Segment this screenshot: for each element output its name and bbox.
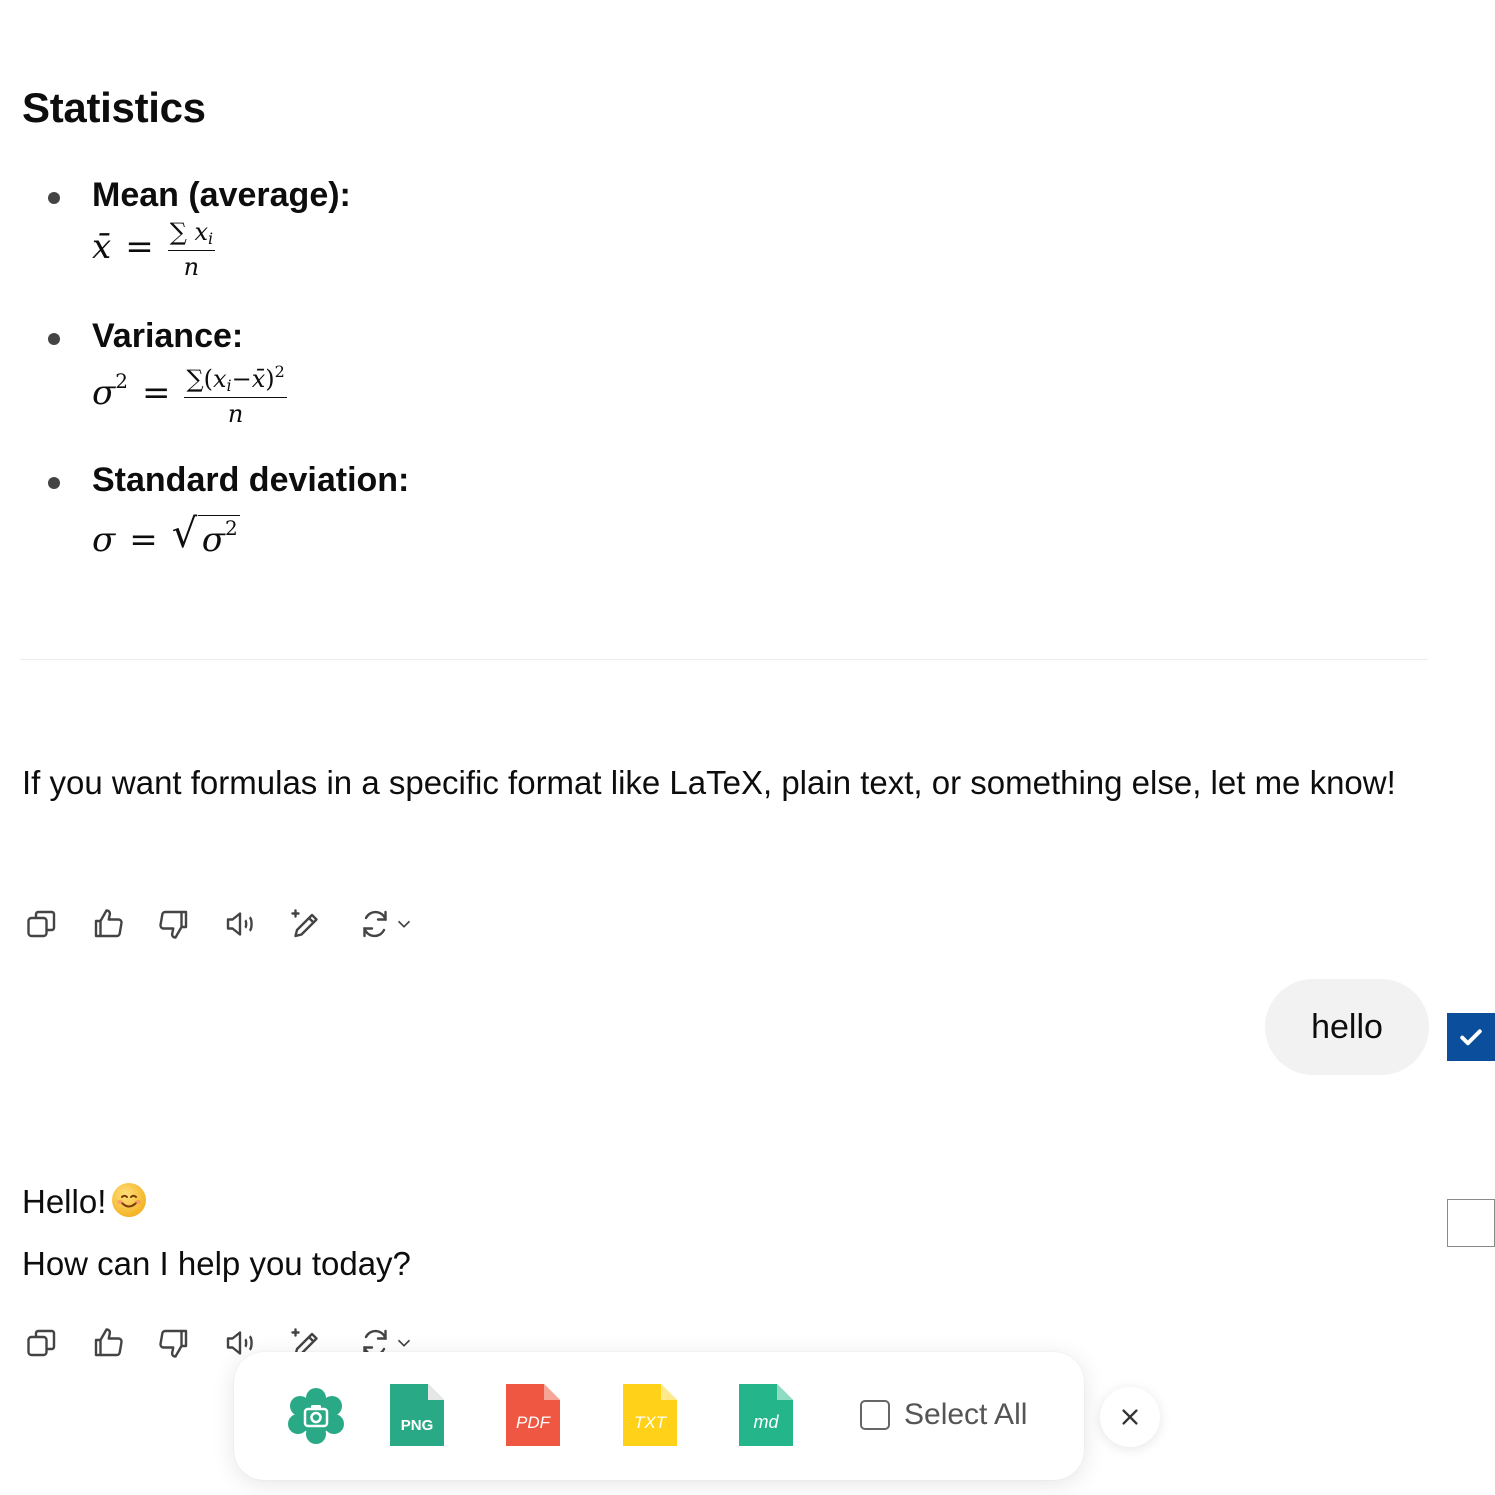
copy-icon <box>27 1329 56 1357</box>
greeting-text: Hello! <box>22 1183 107 1220</box>
std-dev-formula: σ = √ σ2 <box>92 511 240 560</box>
variance-label: Variance: <box>92 317 244 355</box>
md-label: md <box>753 1412 779 1432</box>
export-md-button[interactable]: md <box>739 1384 793 1451</box>
thumbs-down-icon <box>159 910 188 939</box>
regenerate-button[interactable] <box>350 902 422 946</box>
thumbs-down-button[interactable] <box>152 1321 196 1365</box>
thumbs-down-button[interactable] <box>152 902 196 946</box>
message-select-checkbox-checked[interactable] <box>1447 1013 1495 1061</box>
pdf-file-icon: PDF <box>506 1384 560 1446</box>
section-divider <box>20 659 1428 660</box>
png-file-icon: PNG <box>390 1384 444 1446</box>
screenshot-button[interactable] <box>288 1388 344 1449</box>
chevron-down-icon <box>397 920 411 928</box>
txt-file-icon: TXT <box>623 1384 677 1446</box>
chevron-down-icon <box>397 1339 411 1347</box>
speaker-icon <box>226 912 253 936</box>
close-icon <box>1122 1409 1138 1425</box>
section-heading: Statistics <box>22 84 206 131</box>
select-all-toggle[interactable]: Select All <box>860 1398 1027 1432</box>
check-icon <box>1460 1029 1482 1046</box>
txt-label: TXT <box>634 1413 668 1432</box>
select-all-label: Select All <box>904 1398 1028 1431</box>
thumbs-down-icon <box>159 1329 188 1358</box>
read-aloud-button[interactable] <box>218 902 262 946</box>
thumbs-up-icon <box>94 1328 123 1357</box>
md-file-icon: md <box>739 1384 793 1446</box>
close-toolbar-button[interactable] <box>1100 1387 1160 1447</box>
bullet <box>48 477 60 489</box>
mean-label: Mean (average): <box>92 176 351 214</box>
edit-button[interactable] <box>284 902 328 946</box>
copy-icon <box>27 910 56 938</box>
thumbs-up-button[interactable] <box>86 902 130 946</box>
bullet <box>48 192 60 204</box>
thumbs-up-button[interactable] <box>86 1321 130 1365</box>
bullet <box>48 333 60 345</box>
export-toolbar: PNG PDF TXT md Select All <box>234 1352 1084 1480</box>
assistant-message-1: If you want formulas in a specific forma… <box>22 764 1396 801</box>
select-all-checkbox[interactable] <box>860 1400 890 1430</box>
smiling-face-emoji <box>112 1183 147 1217</box>
copy-button[interactable] <box>20 902 64 946</box>
message-select-checkbox-unchecked[interactable] <box>1447 1199 1495 1247</box>
regenerate-icon <box>363 910 387 938</box>
std-dev-label: Standard deviation: <box>92 461 410 499</box>
user-message-text: hello <box>1311 1007 1383 1046</box>
pdf-label: PDF <box>516 1413 552 1432</box>
png-label: PNG <box>401 1417 434 1434</box>
assistant-message-2-greeting: Hello! <box>22 1171 147 1232</box>
export-png-button[interactable]: PNG <box>390 1384 444 1451</box>
camera-icon <box>288 1388 344 1444</box>
assistant-message-2-question: How can I help you today? <box>22 1245 411 1282</box>
message-actions-1 <box>20 902 422 946</box>
edit-icon <box>291 909 318 938</box>
export-txt-button[interactable]: TXT <box>623 1384 677 1451</box>
thumbs-up-icon <box>94 909 123 938</box>
mean-formula: x̄ = ∑ xi n <box>92 218 216 281</box>
export-pdf-button[interactable]: PDF <box>506 1384 560 1451</box>
copy-button[interactable] <box>20 1321 64 1365</box>
user-message-bubble: hello <box>1265 979 1429 1075</box>
variance-formula: σ2 = ∑(xi−x̄)2 n <box>92 362 287 428</box>
